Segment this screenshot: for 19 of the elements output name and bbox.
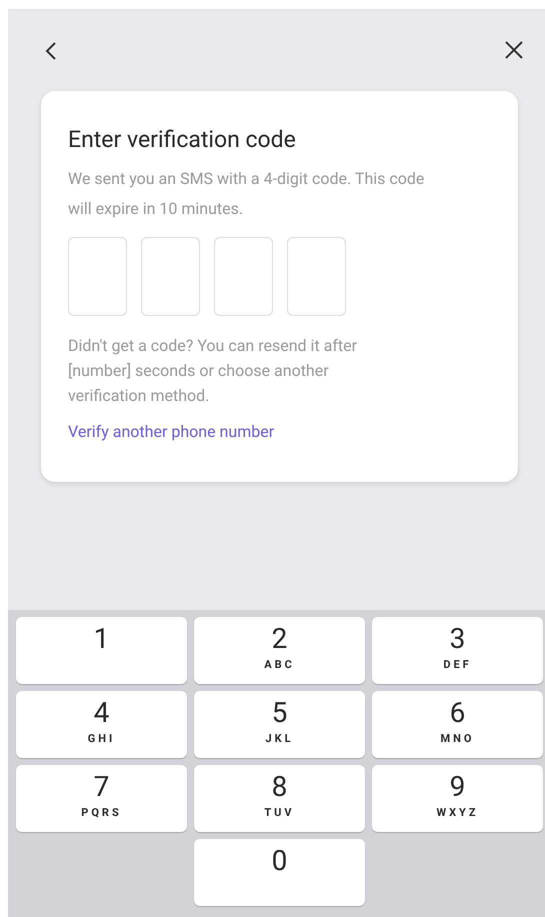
- code-digit-field[interactable]: [214, 237, 273, 316]
- keypad-key[interactable]: 2 ABC: [194, 617, 365, 684]
- verify-phone-link[interactable]: Verify another phone number: [68, 420, 491, 444]
- card-title: Enter verification code: [68, 125, 297, 155]
- code-digit-field[interactable]: [141, 237, 200, 316]
- keypad-key[interactable]: 5 JKL: [194, 691, 365, 758]
- keypad-key[interactable]: 1: [16, 617, 187, 684]
- keypad-key[interactable]: 8 TUV: [194, 765, 365, 832]
- description: We sent you an SMS with a 4-digit code. This code will expire in 10 minutes.: [68, 168, 426, 220]
- code-digit-field[interactable]: [68, 237, 127, 316]
- keypad-key[interactable]: 4 GHI: [16, 691, 187, 758]
- keypad-key[interactable]: 3 DEF: [372, 617, 543, 684]
- code-digit-field[interactable]: [287, 237, 346, 316]
- keypad-key[interactable]: 7 PQRS: [16, 765, 187, 832]
- keypad-key[interactable]: 6 MNO: [372, 691, 543, 758]
- keypad-key[interactable]: 0: [194, 839, 365, 906]
- keypad-key[interactable]: 9 WXYZ: [372, 765, 543, 832]
- close-icon[interactable]: [503, 39, 525, 61]
- resend-note: Didn't get a code? You can resend it after [number] seconds or choose another verification method.: [68, 335, 358, 407]
